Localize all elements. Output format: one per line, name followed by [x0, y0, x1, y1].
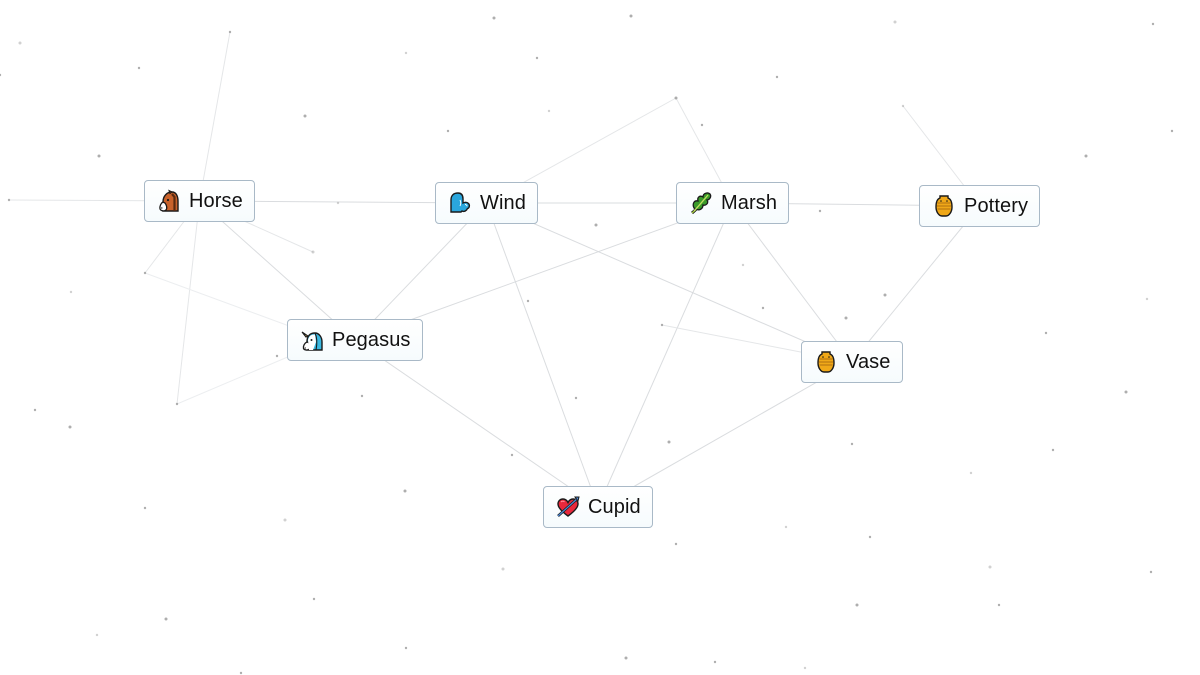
background-particle — [1170, 129, 1174, 133]
background-particle — [228, 30, 232, 34]
background-particle — [1044, 331, 1048, 335]
particle-trail — [199, 31, 231, 202]
background-particle — [660, 323, 664, 327]
background-particle — [336, 201, 340, 205]
background-particle — [855, 603, 859, 607]
background-particle — [0, 73, 2, 77]
crafting-canvas[interactable]: Horse Wind Marsh Pottery Pegasus Vase Cu… — [0, 0, 1200, 675]
background-particle — [501, 567, 505, 571]
background-particle — [700, 123, 704, 127]
connection-line — [486, 202, 853, 363]
connection-line — [597, 202, 733, 508]
background-particle — [95, 633, 99, 637]
background-particle — [1149, 570, 1153, 574]
element-label: Cupid — [588, 495, 641, 518]
background-particle — [574, 396, 578, 400]
amphora-icon — [814, 350, 838, 374]
element-marsh[interactable]: Marsh — [676, 182, 790, 224]
background-particle — [68, 425, 72, 429]
background-particle — [446, 129, 450, 133]
background-particle — [143, 271, 147, 275]
element-horse[interactable]: Horse — [144, 180, 255, 222]
background-particle — [1084, 154, 1088, 158]
amphora-icon — [932, 194, 956, 218]
background-particle — [239, 671, 243, 675]
background-particle — [7, 198, 11, 202]
particle-trail — [176, 200, 200, 405]
background-particle — [360, 394, 364, 398]
background-particle — [868, 535, 872, 539]
background-particle — [629, 14, 633, 18]
background-particle — [303, 114, 307, 118]
background-particle — [33, 408, 37, 412]
background-particle — [988, 565, 992, 569]
background-particle — [97, 154, 101, 158]
element-label: Vase — [846, 350, 891, 373]
background-particle — [1124, 390, 1128, 394]
background-particle — [404, 646, 408, 650]
connection-line — [354, 339, 599, 508]
background-particle — [311, 250, 315, 254]
background-particle — [594, 223, 598, 227]
connection-line — [732, 202, 853, 363]
background-particle — [275, 354, 279, 358]
herb-leaf-icon — [689, 191, 713, 215]
background-particle — [143, 506, 147, 510]
background-particle — [164, 617, 168, 621]
element-wind[interactable]: Wind — [435, 182, 538, 224]
background-particle — [674, 542, 678, 546]
background-particle — [850, 442, 854, 446]
connection-line — [486, 202, 599, 508]
element-pottery[interactable]: Pottery — [919, 185, 1041, 227]
unicorn-face-icon — [300, 328, 324, 352]
background-particle — [175, 402, 179, 406]
element-cupid[interactable]: Cupid — [543, 486, 653, 528]
background-particle — [1145, 297, 1149, 301]
background-particle — [283, 518, 287, 522]
background-particle — [1051, 448, 1055, 452]
background-particle — [667, 440, 671, 444]
background-particle — [547, 109, 551, 113]
background-particle — [404, 51, 408, 55]
heart-with-arrow-icon — [556, 495, 580, 519]
background-particle — [1151, 22, 1155, 26]
element-label: Wind — [480, 191, 526, 214]
wind-face-icon — [448, 191, 472, 215]
background-particle — [713, 660, 717, 664]
background-particle — [997, 603, 1001, 607]
element-vase[interactable]: Vase — [801, 341, 903, 383]
connection-line — [851, 205, 980, 363]
background-particle — [526, 299, 530, 303]
element-label: Pottery — [964, 194, 1029, 217]
background-particle — [492, 16, 496, 20]
background-particle — [775, 75, 779, 79]
background-particle — [403, 489, 407, 493]
background-particle — [18, 41, 22, 45]
element-label: Horse — [189, 189, 243, 212]
connection-layer — [0, 14, 1174, 675]
background-particle — [674, 96, 678, 100]
background-particle — [818, 209, 822, 213]
particle-trail — [176, 355, 291, 405]
element-pegasus[interactable]: Pegasus — [287, 319, 423, 361]
background-particle — [803, 666, 807, 670]
background-particle — [137, 66, 141, 70]
background-particle — [624, 656, 628, 660]
background-particle — [883, 293, 887, 297]
background-particle — [312, 597, 316, 601]
particle-trail — [144, 272, 301, 331]
element-label: Marsh — [721, 191, 778, 214]
background-particle — [901, 104, 905, 108]
background-particle — [761, 306, 765, 310]
background-particle — [893, 20, 897, 24]
background-particle — [969, 471, 973, 475]
element-label: Pegasus — [332, 328, 411, 351]
horse-face-icon — [157, 189, 181, 213]
background-particle — [784, 525, 788, 529]
background-particle — [69, 290, 73, 294]
background-particle — [535, 56, 539, 60]
background-particle — [844, 316, 848, 320]
background-particle — [510, 453, 514, 457]
background-particle — [741, 263, 745, 267]
